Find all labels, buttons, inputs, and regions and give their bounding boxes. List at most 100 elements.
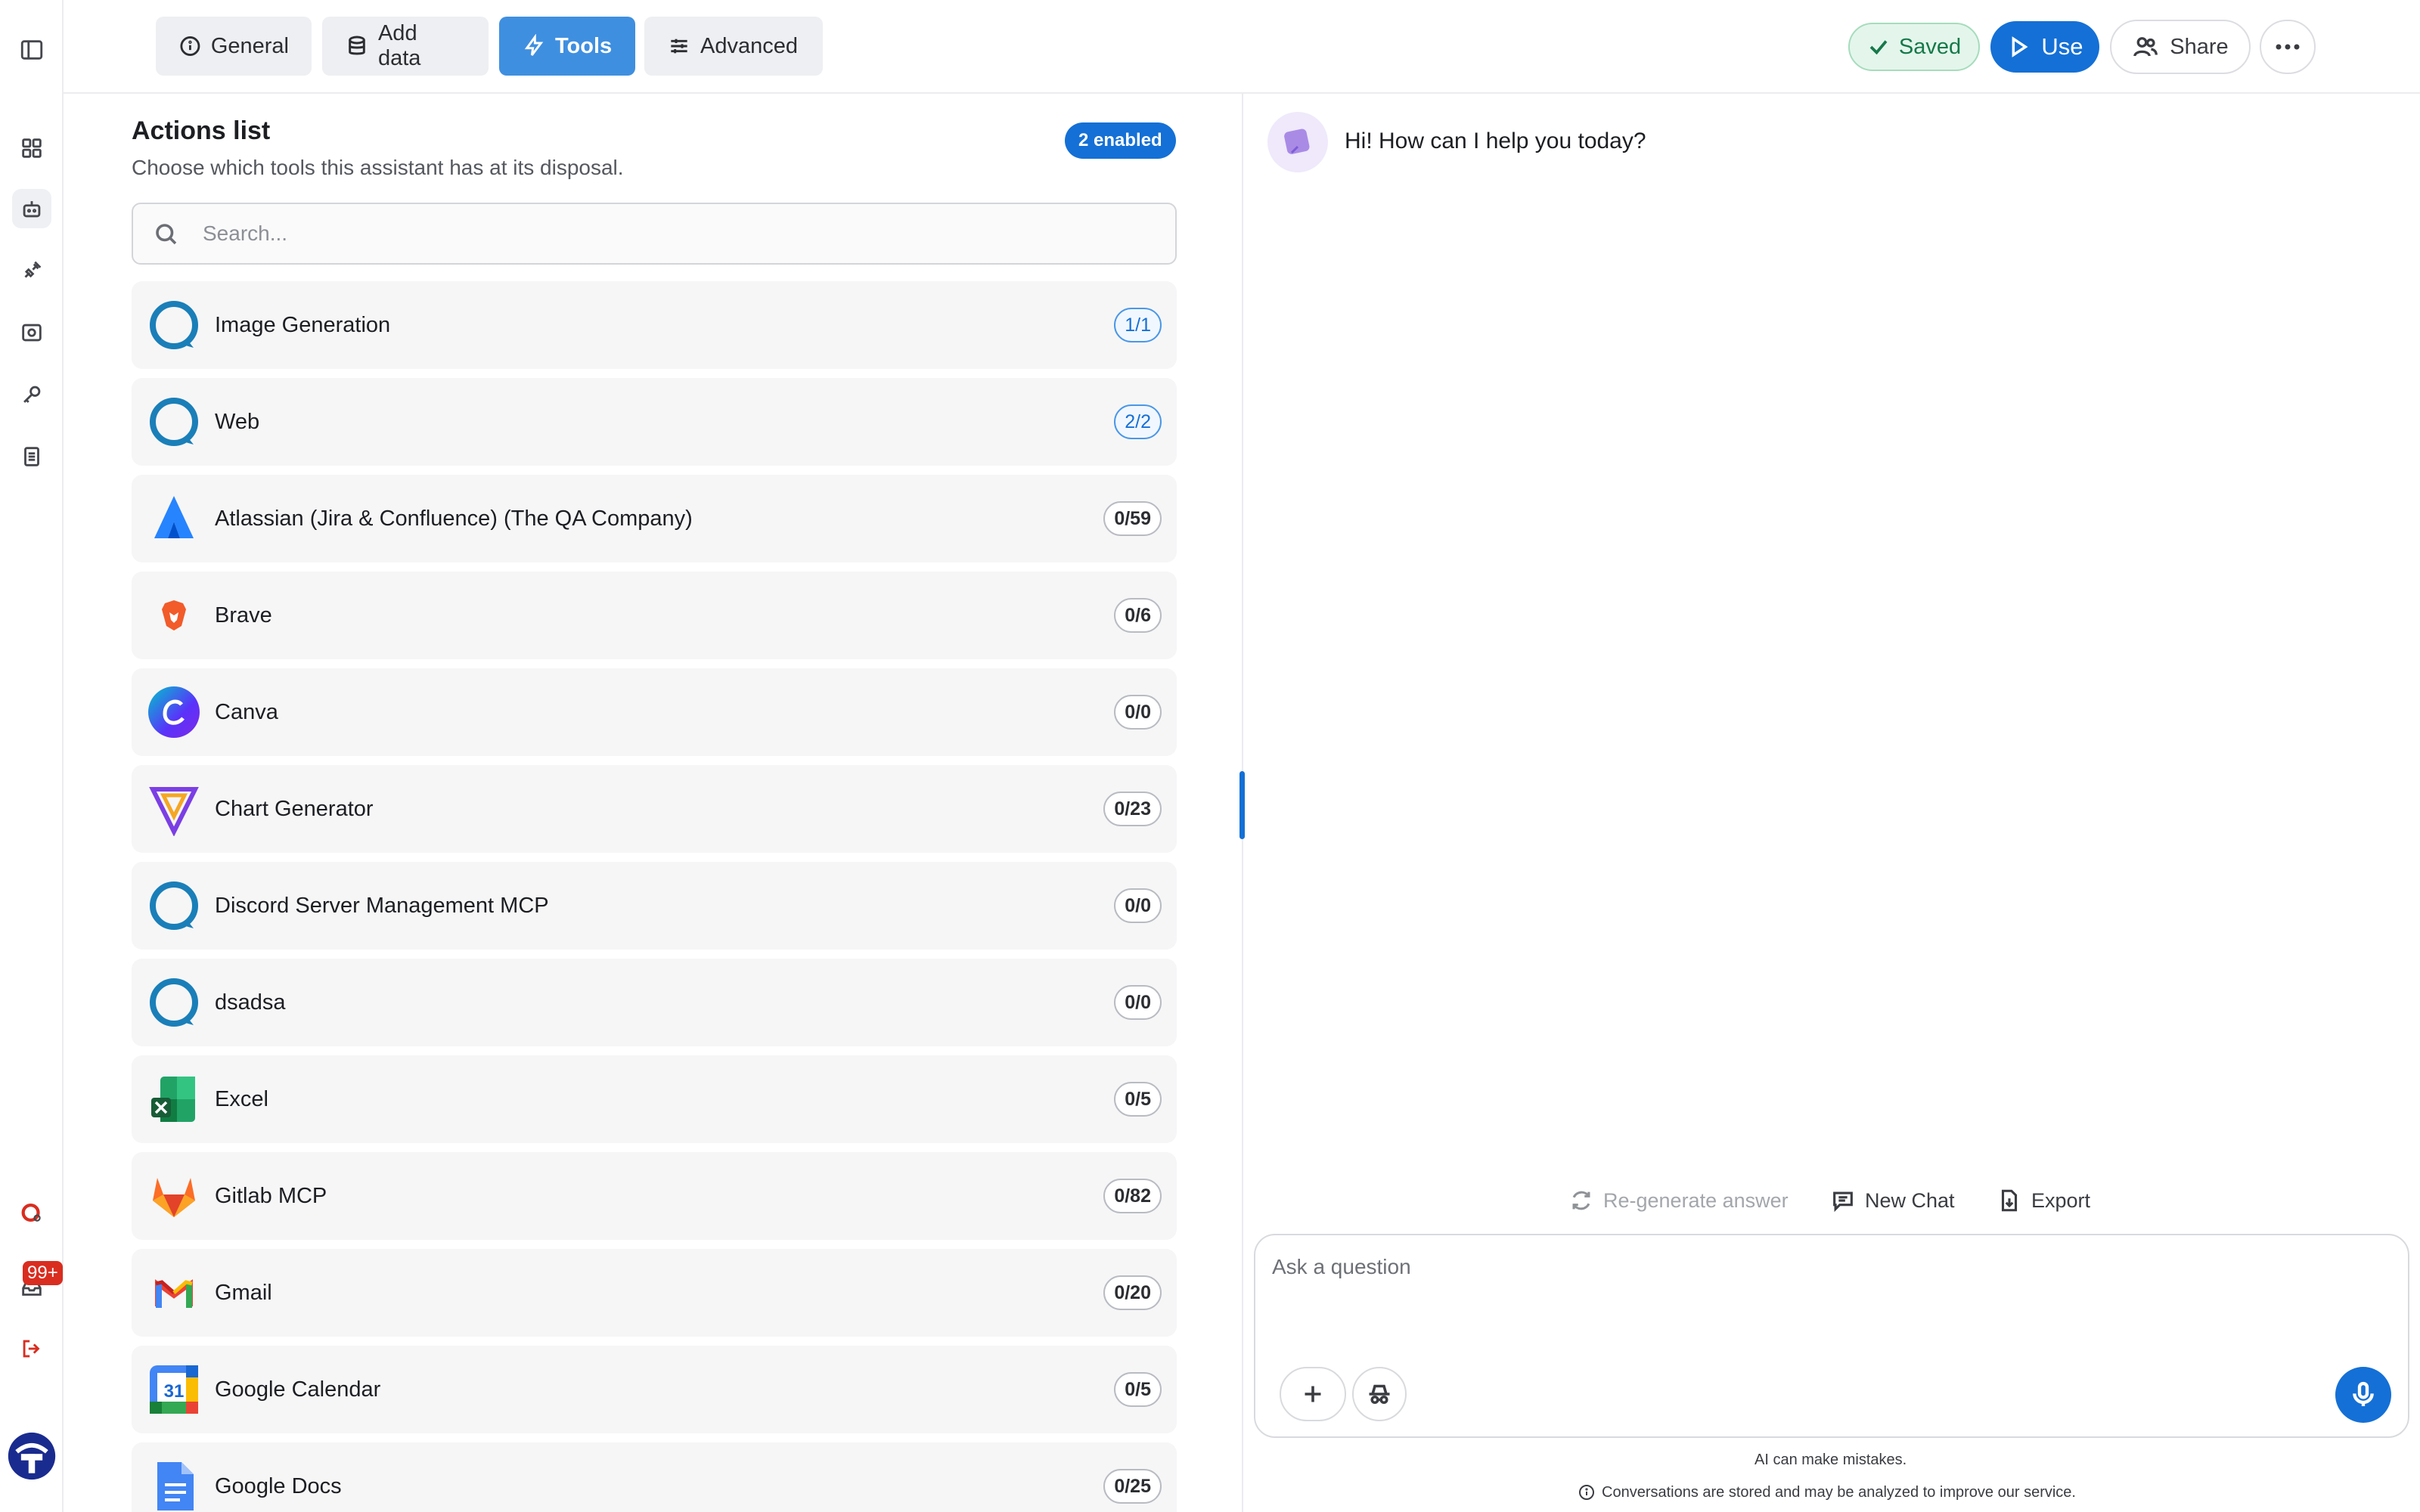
tool-name: Image Generation	[215, 312, 391, 337]
user-avatar[interactable]	[6, 1430, 57, 1482]
assistant-logo-icon	[1284, 129, 1310, 154]
search-icon	[153, 221, 180, 248]
refresh-icon	[1572, 1191, 1590, 1210]
tool-name: Canva	[215, 699, 278, 724]
tool-count-badge: 0/5	[1114, 1372, 1162, 1407]
tool-count-badge: 1/1	[1114, 308, 1162, 342]
tool-count-badge: 0/23	[1103, 792, 1162, 826]
chart-generator-logo-icon	[147, 782, 201, 836]
key-icon[interactable]	[12, 375, 51, 414]
tool-name: Gitlab MCP	[215, 1183, 327, 1208]
more-options-button[interactable]	[2260, 20, 2316, 74]
sliders-icon	[671, 39, 687, 54]
gitlab-logo-icon	[147, 1169, 201, 1223]
ellipsis-icon	[2276, 44, 2300, 50]
lightning-icon	[524, 34, 544, 56]
google-calendar-logo-icon: 31	[147, 1362, 201, 1417]
enabled-count-badge: 2 enabled	[1065, 122, 1176, 159]
tool-name: Brave	[215, 603, 272, 627]
question-input[interactable]	[1272, 1255, 2376, 1346]
chat-bubble-icon	[1833, 1191, 1853, 1213]
tool-count-badge: 0/0	[1114, 888, 1162, 923]
google-docs-logo-icon	[147, 1459, 201, 1512]
storage-notice-text: Conversations are stored and may be anal…	[1602, 1483, 2076, 1501]
tool-row-chart-generator[interactable]: Chart Generator 0/23	[132, 765, 1177, 853]
qa-ring-icon	[147, 975, 201, 1030]
assistant-avatar	[1267, 112, 1328, 172]
check-icon	[1869, 40, 1888, 55]
support-lifebuoy-icon[interactable]	[12, 1193, 51, 1232]
tab-label: Advanced	[700, 33, 798, 58]
tool-row-atlassian[interactable]: Atlassian (Jira & Confluence) (The QA Co…	[132, 475, 1177, 562]
qa-ring-icon	[147, 298, 201, 352]
tool-count-badge: 0/0	[1114, 985, 1162, 1020]
export-button[interactable]: Export	[1996, 1185, 2090, 1216]
assistant-bot-icon[interactable]	[12, 189, 51, 228]
users-icon	[2133, 37, 2158, 57]
tab-advanced[interactable]: Advanced	[644, 17, 823, 76]
tool-count-badge: 0/0	[1114, 695, 1162, 730]
export-label: Export	[2031, 1188, 2091, 1212]
tool-row-discord-mcp[interactable]: Discord Server Management MCP 0/0	[132, 862, 1177, 950]
tab-add-data[interactable]: Add data	[322, 17, 489, 76]
search-input[interactable]	[203, 222, 1110, 246]
tool-count-badge: 0/6	[1114, 598, 1162, 633]
notification-badge: 99+	[23, 1261, 63, 1285]
plug-icon[interactable]	[12, 251, 51, 290]
storage-notice: Conversations are stored and may be anal…	[1578, 1483, 2076, 1501]
use-button[interactable]: Use	[1990, 21, 2099, 73]
qa-ring-icon	[147, 395, 201, 449]
database-icon	[349, 36, 365, 55]
regenerate-label: Re-generate answer	[1603, 1188, 1789, 1212]
new-chat-button[interactable]: New Chat	[1830, 1185, 1955, 1216]
tool-row-brave[interactable]: Brave 0/6	[132, 572, 1177, 659]
search-box	[132, 203, 1177, 265]
tool-row-web[interactable]: Web 2/2	[132, 378, 1177, 466]
info-icon	[1579, 1485, 1594, 1500]
canva-logo-icon	[147, 685, 201, 739]
tab-general[interactable]: General	[156, 17, 312, 76]
tab-tools[interactable]: Tools	[499, 17, 635, 76]
saved-label: Saved	[1898, 34, 1962, 59]
assistant-greeting: Hi! How can I help you today?	[1345, 129, 1646, 153]
tool-row-image-generation[interactable]: Image Generation 1/1	[132, 281, 1177, 369]
plus-icon	[1305, 1386, 1321, 1402]
add-attachment-button[interactable]	[1280, 1367, 1346, 1421]
screen-capture-icon[interactable]	[12, 313, 51, 352]
logout-icon[interactable]	[12, 1329, 51, 1368]
tool-row-gmail[interactable]: Gmail 0/20	[132, 1249, 1177, 1337]
document-icon[interactable]	[12, 437, 51, 476]
chat-composer	[1254, 1234, 2409, 1438]
apps-grid-icon[interactable]	[12, 129, 51, 168]
sidebar-toggle-icon[interactable]	[12, 30, 51, 70]
tool-count-badge: 0/82	[1103, 1179, 1162, 1213]
excel-logo-icon	[147, 1072, 201, 1126]
tool-name: Atlassian (Jira & Confluence) (The QA Co…	[215, 506, 693, 531]
tool-count-badge: 0/5	[1114, 1082, 1162, 1117]
incognito-button[interactable]	[1352, 1367, 1407, 1421]
tab-label: Add data	[377, 21, 421, 70]
tool-row-excel[interactable]: Excel 0/5	[132, 1055, 1177, 1143]
incognito-icon	[1369, 1384, 1390, 1405]
share-button[interactable]: Share	[2110, 20, 2251, 74]
resize-handle[interactable]	[1239, 771, 1245, 839]
tab-label: General	[210, 33, 289, 58]
tool-name: Gmail	[215, 1280, 272, 1305]
qa-ring-icon	[147, 878, 201, 933]
microphone-button[interactable]	[2335, 1367, 2391, 1423]
tool-row-dsadsa[interactable]: dsadsa 0/0	[132, 959, 1177, 1046]
atlassian-logo-icon	[147, 491, 201, 546]
tool-count-badge: 0/59	[1103, 501, 1162, 536]
tool-row-google-docs[interactable]: Google Docs 0/25	[132, 1442, 1177, 1512]
play-icon	[2012, 36, 2028, 57]
regenerate-button[interactable]: Re-generate answer	[1568, 1185, 1789, 1216]
tool-name: Discord Server Management MCP	[215, 893, 549, 918]
page-title: Actions list	[132, 116, 271, 145]
tool-row-gitlab-mcp[interactable]: Gitlab MCP 0/82	[132, 1152, 1177, 1240]
tool-name: Google Calendar	[215, 1377, 381, 1402]
page-subtitle: Choose which tools this assistant has at…	[132, 156, 624, 179]
tool-row-canva[interactable]: Canva 0/0	[132, 668, 1177, 756]
tool-row-google-calendar[interactable]: 31 Google Calendar 0/5	[132, 1346, 1177, 1433]
tool-name: Excel	[215, 1086, 268, 1111]
ai-disclaimer: AI can make mistakes.	[1754, 1452, 1907, 1468]
